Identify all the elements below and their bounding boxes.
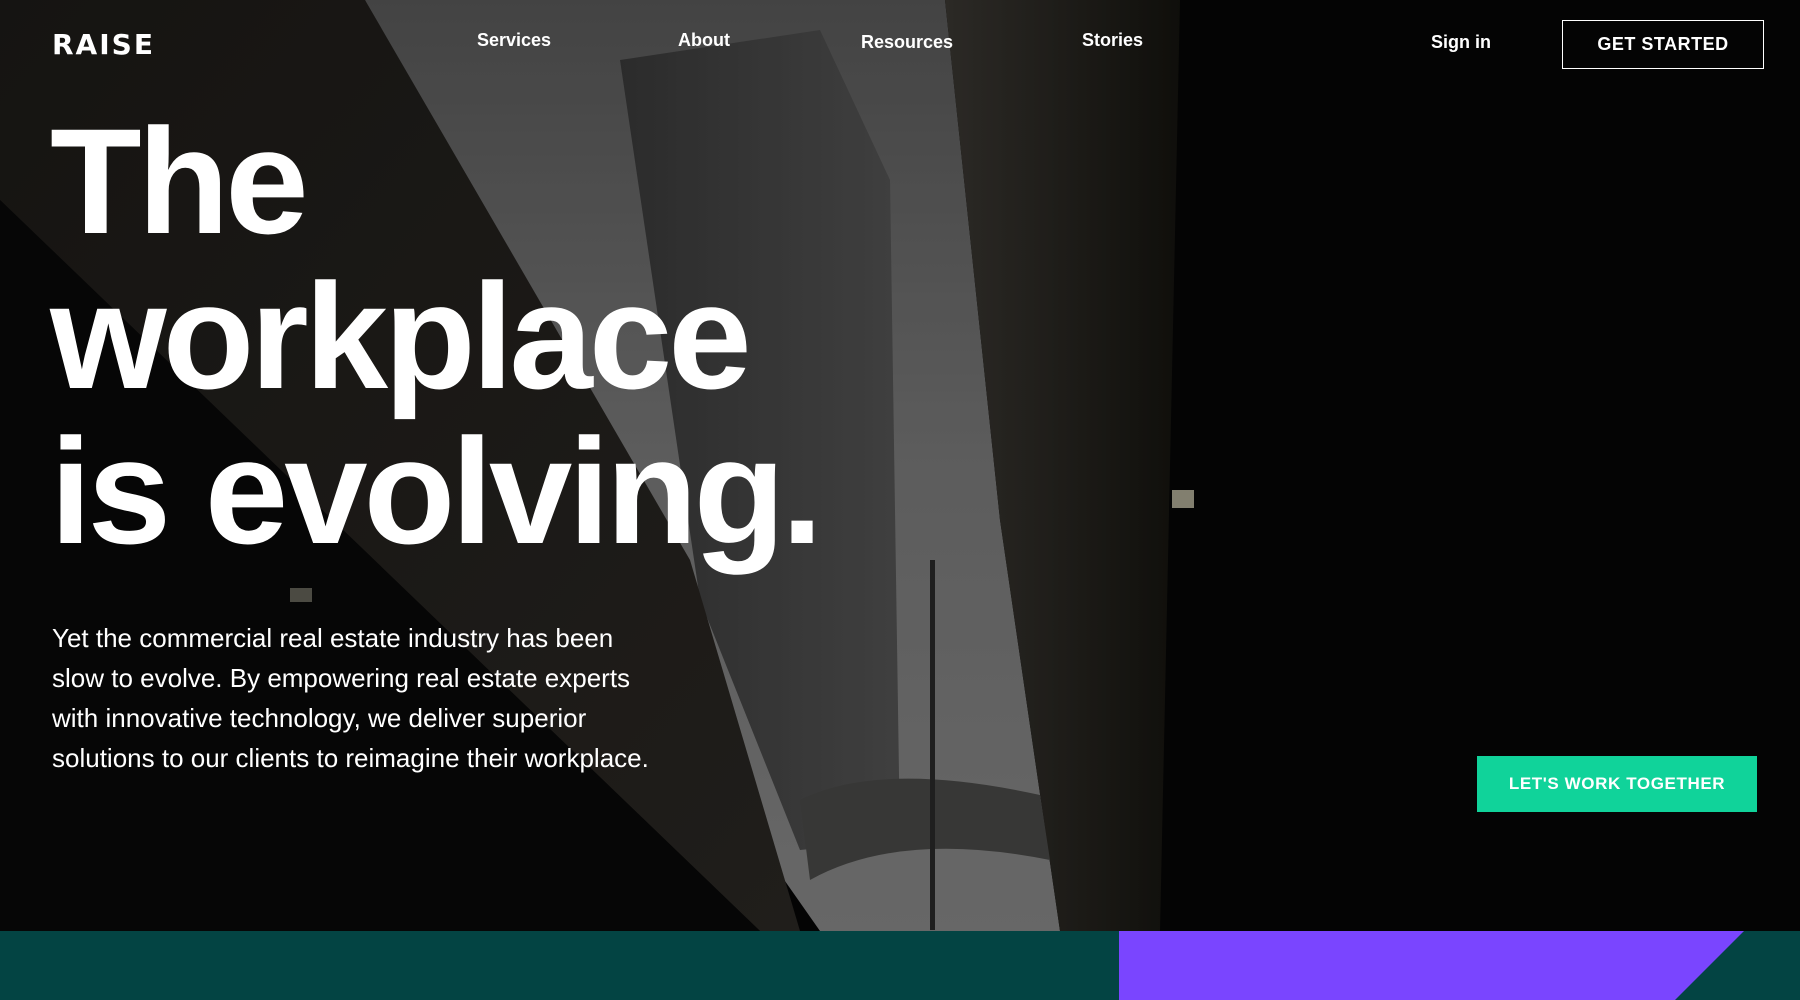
nav-link-stories[interactable]: Stories	[1082, 30, 1143, 51]
nav-link-services[interactable]: Services	[477, 30, 551, 51]
nav-link-about[interactable]: About	[678, 30, 730, 51]
headline-line: The	[50, 97, 309, 265]
purple-accent-shape	[1119, 931, 1744, 1000]
hero-headline: The workplace is evolving.	[50, 104, 950, 569]
bottom-color-band	[0, 931, 1800, 1000]
get-started-button[interactable]: GET STARTED	[1562, 20, 1764, 69]
lets-work-together-button[interactable]: LET'S WORK TOGETHER	[1477, 756, 1757, 812]
sign-in-link[interactable]: Sign in	[1431, 32, 1491, 53]
hero-intro-text: Yet the commercial real estate industry …	[52, 623, 649, 773]
hero-section: RAISE Services About Resources Stories S…	[0, 0, 1800, 931]
nav-link-resources[interactable]: Resources	[861, 32, 953, 53]
headline-line: is evolving.	[50, 407, 823, 575]
headline-line: workplace	[50, 252, 752, 420]
brand-logo[interactable]: RAISE	[52, 28, 155, 61]
